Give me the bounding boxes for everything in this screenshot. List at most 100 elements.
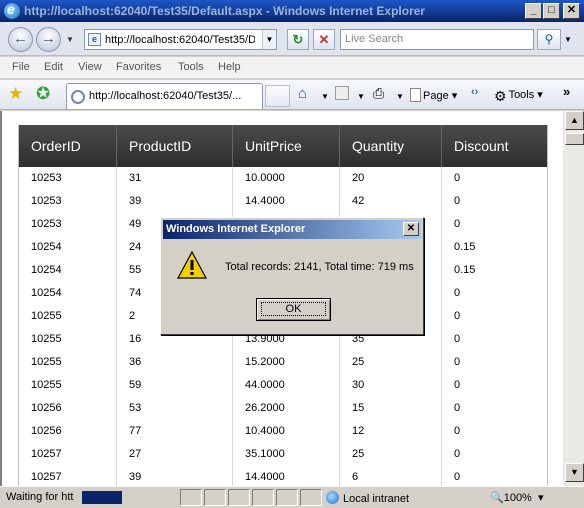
tools-menu-button[interactable]: ⚙ Tools ▾	[494, 88, 543, 103]
search-icon[interactable]: ⚲	[537, 29, 561, 50]
stop-button[interactable]: ✕	[313, 29, 335, 50]
cell-orderid: 10255	[19, 328, 117, 351]
dialog-title-bar[interactable]: Windows Internet Explorer ✕	[163, 220, 421, 239]
cell-quantity: 15	[340, 397, 442, 420]
loading-icon	[71, 90, 85, 104]
cell-quantity: 30	[340, 374, 442, 397]
feeds-icon[interactable]	[335, 86, 351, 100]
cell-orderid: 10253	[19, 213, 117, 236]
cell-discount: 0	[454, 333, 461, 345]
grid-header: OrderID ProductID UnitPrice Quantity Dis…	[19, 125, 547, 167]
header-orderid: OrderID	[19, 125, 117, 167]
status-cell	[228, 489, 250, 506]
home-dropdown-icon[interactable]: ▼	[321, 92, 329, 101]
scroll-down-button[interactable]: ▼	[565, 463, 584, 482]
address-url[interactable]: http://localhost:62040/Test35/Default.as…	[105, 34, 255, 46]
security-zone[interactable]: Local intranet	[326, 491, 409, 505]
scroll-up-button[interactable]: ▲	[565, 111, 584, 130]
table-row: 10256 53 26.2000 15 0	[19, 397, 547, 420]
tab-label: http://localhost:62040/Test35/...	[89, 90, 242, 102]
cell-quantity: 20	[340, 167, 442, 190]
back-button[interactable]: ←	[8, 27, 33, 52]
menu-help[interactable]: Help	[218, 61, 241, 73]
cell-discount: 0	[454, 195, 461, 207]
cell-unitprice: 26.2000	[233, 397, 340, 420]
cell-discount: 0	[454, 379, 461, 391]
cell-orderid: 10255	[19, 351, 117, 374]
recent-pages-dropdown-icon[interactable]: ▼	[66, 35, 74, 44]
status-cell	[204, 489, 226, 506]
cell-orderid: 10257	[19, 443, 117, 466]
cell-quantity: 25	[340, 351, 442, 374]
menu-tools[interactable]: Tools	[178, 61, 204, 73]
table-row: 10253 39 14.4000 42 0	[19, 190, 547, 213]
cell-unitprice: 10.4000	[233, 420, 340, 443]
home-icon[interactable]: ⌂	[298, 85, 307, 102]
header-discount: Discount	[454, 138, 509, 154]
progress-bar	[82, 491, 122, 504]
cell-discount: 0	[454, 287, 461, 299]
cell-discount: 0	[454, 218, 461, 230]
ie-logo-icon	[4, 1, 20, 19]
search-input[interactable]: Live Search	[340, 29, 534, 50]
zoom-level: 100%	[503, 492, 532, 504]
cell-discount: 0	[454, 402, 461, 414]
cell-productid: 53	[117, 397, 233, 420]
search-options-dropdown-icon[interactable]: ▼	[564, 35, 572, 44]
cell-productid: 31	[117, 167, 233, 190]
warning-icon	[177, 250, 207, 279]
address-dropdown-icon[interactable]: ▼	[262, 30, 276, 49]
forward-button[interactable]: →	[36, 27, 61, 52]
more-chevron-icon[interactable]: »	[563, 84, 570, 99]
cell-productid: 39	[117, 190, 233, 213]
table-row: 10255 36 15.2000 25 0	[19, 351, 547, 374]
vertical-scrollbar[interactable]: ▲ ▼	[562, 111, 584, 486]
status-cell	[180, 489, 202, 506]
dialog-close-button[interactable]: ✕	[403, 222, 419, 236]
dialog-message: Total records: 2141, Total time: 719 ms	[225, 261, 414, 273]
cell-productid: 59	[117, 374, 233, 397]
menu-favorites[interactable]: Favorites	[116, 61, 161, 73]
ok-label: OK	[260, 302, 327, 316]
maximize-button[interactable]: □	[543, 3, 560, 19]
cell-discount: 0	[454, 356, 461, 368]
cell-unitprice: 15.2000	[233, 351, 340, 374]
close-window-button[interactable]: ✕	[563, 3, 580, 19]
menu-edit[interactable]: Edit	[44, 61, 63, 73]
menu-file[interactable]: File	[12, 61, 30, 73]
print-dropdown-icon[interactable]: ▼	[396, 92, 404, 101]
scroll-thumb[interactable]	[565, 133, 584, 145]
status-cell	[300, 489, 322, 506]
address-toolbar: ← → ▼ e http://localhost:62040/Test35/De…	[0, 22, 584, 56]
status-bar: Waiting for htt Local intranet 🔍100% ▾	[0, 486, 584, 508]
table-row: 10253 31 10.0000 20 0	[19, 167, 547, 190]
ok-button[interactable]: OK	[256, 298, 331, 321]
cell-unitprice: 10.0000	[233, 167, 340, 190]
globe-icon	[326, 491, 339, 504]
alert-dialog: Windows Internet Explorer ✕ Total record…	[160, 217, 424, 335]
cell-discount: 0	[454, 310, 461, 322]
refresh-button[interactable]: ↻	[287, 29, 309, 50]
cell-orderid: 10256	[19, 420, 117, 443]
minimize-button[interactable]: _	[525, 3, 542, 19]
add-favorite-icon[interactable]: ✪	[36, 84, 50, 104]
zoom-control[interactable]: 🔍100% ▾	[490, 491, 543, 504]
tab-current-page[interactable]: http://localhost:62040/Test35/...	[66, 83, 263, 109]
address-input[interactable]: e http://localhost:62040/Test35/Default.…	[84, 29, 277, 50]
table-row: 10255 59 44.0000 30 0	[19, 374, 547, 397]
menu-view[interactable]: View	[78, 61, 102, 73]
cell-orderid: 10253	[19, 167, 117, 190]
feeds-dropdown-icon[interactable]: ▼	[357, 92, 365, 101]
cell-productid: 27	[117, 443, 233, 466]
status-cell	[252, 489, 274, 506]
print-icon[interactable]: ⎙	[373, 85, 384, 102]
cell-productid: 77	[117, 420, 233, 443]
favorites-star-icon[interactable]: ★	[8, 84, 23, 104]
cell-discount: 0	[454, 172, 461, 184]
page-menu-button[interactable]: Page ▾	[410, 88, 457, 102]
table-row: 10256 77 10.4000 12 0	[19, 420, 547, 443]
window-title-bar[interactable]: http://localhost:62040/Test35/Default.as…	[0, 0, 584, 22]
header-unitprice: UnitPrice	[233, 125, 340, 167]
new-tab-button[interactable]	[265, 85, 290, 107]
research-icon[interactable]: ‹›	[471, 86, 478, 98]
